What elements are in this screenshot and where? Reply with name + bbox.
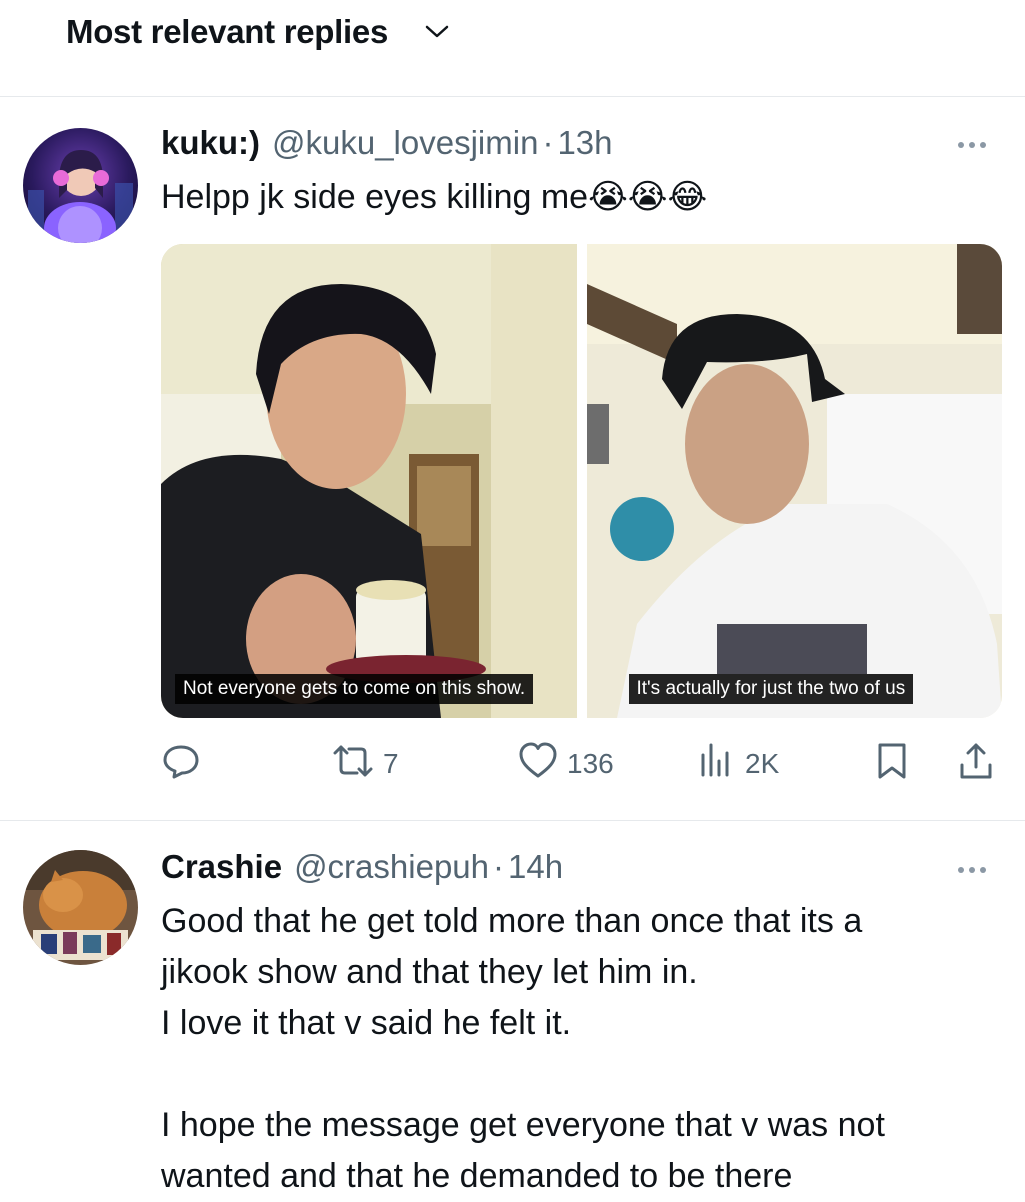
- share-icon: [956, 741, 996, 788]
- repost-icon: [331, 741, 375, 788]
- chevron-down-icon: [424, 24, 450, 40]
- video-caption: It's actually for just the two of us: [628, 674, 914, 704]
- display-name[interactable]: kuku:): [161, 124, 260, 162]
- repost-button[interactable]: 7: [331, 740, 399, 788]
- like-button[interactable]: 136: [517, 740, 614, 788]
- tweet-header: Crashie @crashiepuh · 14h: [161, 848, 563, 886]
- display-name[interactable]: Crashie: [161, 848, 282, 886]
- reply-button[interactable]: [161, 740, 201, 788]
- repost-count: 7: [383, 748, 399, 779]
- divider: [0, 96, 1025, 97]
- reply-icon: [161, 741, 201, 788]
- media-grid: Not everyone gets to come on this show. …: [161, 244, 1002, 718]
- views-button[interactable]: 2K: [697, 740, 779, 788]
- tweet-text: Helpp jk side eyes killing me😭😭😂: [161, 178, 708, 216]
- timestamp[interactable]: 14h: [508, 848, 563, 886]
- share-button[interactable]: [956, 740, 996, 788]
- divider: [0, 820, 1025, 821]
- bookmark-button[interactable]: [873, 740, 911, 788]
- timestamp[interactable]: 13h: [557, 124, 612, 162]
- tweet-actions: 7 136 2K: [161, 740, 1002, 788]
- more-options-icon[interactable]: [947, 130, 997, 160]
- avatar[interactable]: [23, 850, 138, 965]
- user-handle[interactable]: @kuku_lovesjimin: [272, 124, 538, 162]
- video-caption: Not everyone gets to come on this show.: [175, 674, 534, 704]
- tweet-header: kuku:) @kuku_lovesjimin · 13h: [161, 124, 613, 162]
- sort-dropdown[interactable]: Most relevant replies: [66, 10, 450, 54]
- media-photo[interactable]: Not everyone gets to come on this show.: [161, 244, 577, 718]
- tweet-text: Good that he get told more than once tha…: [161, 902, 885, 1195]
- views-count: 2K: [745, 748, 780, 779]
- media-photo[interactable]: It's actually for just the two of us: [586, 244, 1003, 718]
- heart-icon: [517, 741, 559, 788]
- like-count: 136: [567, 748, 614, 779]
- sort-label: Most relevant replies: [66, 13, 388, 50]
- bookmark-icon: [873, 741, 911, 788]
- views-icon: [697, 741, 737, 788]
- separator-dot: ·: [542, 124, 554, 161]
- user-handle[interactable]: @crashiepuh: [294, 848, 489, 886]
- more-options-icon[interactable]: [947, 855, 997, 885]
- avatar[interactable]: [23, 128, 138, 243]
- separator-dot: ·: [493, 848, 505, 885]
